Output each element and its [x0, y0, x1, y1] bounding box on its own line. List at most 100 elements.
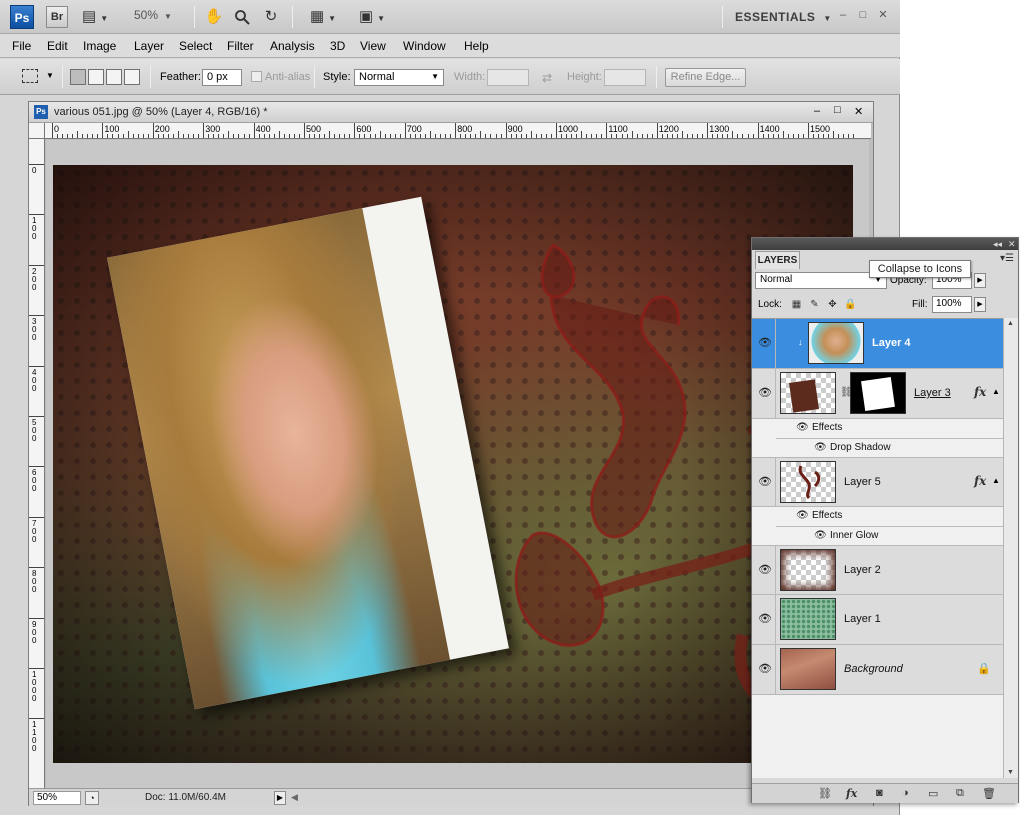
add-mask-icon[interactable]: ◙: [876, 787, 883, 799]
lock-position-icon[interactable]: ✥: [826, 298, 839, 311]
menu-filter[interactable]: Filter: [227, 39, 254, 53]
doc-maximize-icon[interactable]: □: [834, 104, 841, 116]
eye-icon[interactable]: 👁: [758, 662, 772, 675]
link-layers-icon[interactable]: ⛓: [818, 787, 832, 800]
layer-row-layer-4[interactable]: 👁 ↓ Layer 4: [752, 319, 1003, 369]
opacity-slider-arrow-icon[interactable]: ▶: [974, 273, 986, 288]
doc-close-icon[interactable]: ✕: [854, 105, 863, 118]
swap-icon[interactable]: ⇄: [542, 71, 552, 85]
document-title-bar[interactable]: Ps various 051.jpg @ 50% (Layer 4, RGB/1…: [29, 102, 873, 123]
status-zoom-field[interactable]: 50%: [33, 791, 81, 805]
arrange-documents-icon[interactable]: ▦ ▼: [303, 6, 343, 28]
effect-eye-icon[interactable]: 👁: [814, 530, 827, 541]
collapse-icon[interactable]: ◂◂: [993, 238, 1002, 250]
minimize-icon[interactable]: –: [836, 8, 850, 22]
blend-mode-select[interactable]: Normal ▼: [755, 272, 887, 289]
layer-thumbnail[interactable]: [780, 461, 836, 503]
visibility-toggle[interactable]: 👁: [752, 458, 776, 506]
anti-alias-checkbox[interactable]: [251, 71, 262, 82]
scroll-down-icon[interactable]: ▼: [1007, 769, 1014, 776]
layer-thumbnail[interactable]: [808, 322, 864, 364]
delete-layer-icon[interactable]: 🗑: [982, 787, 996, 800]
layer-thumbnail[interactable]: [780, 598, 836, 640]
hand-icon[interactable]: ✋: [203, 6, 225, 28]
layer-name[interactable]: Layer 2: [844, 564, 881, 576]
effects-row[interactable]: 👁 Effects: [776, 419, 1003, 438]
status-options-icon[interactable]: ◔: [85, 791, 99, 805]
status-menu-arrow-icon[interactable]: ▶: [274, 791, 286, 805]
menu-analysis[interactable]: Analysis: [270, 39, 315, 53]
fill-slider-arrow-icon[interactable]: ▶: [974, 297, 986, 312]
menu-image[interactable]: Image: [83, 39, 116, 53]
workspace-switcher[interactable]: ESSENTIALS ▼: [735, 10, 832, 24]
vertical-ruler[interactable]: 0 100 200 300 400 500 600 700 800 900 1000 1100: [29, 139, 45, 789]
lock-pixels-icon[interactable]: ✎: [808, 298, 821, 311]
layer-mask-thumbnail[interactable]: [850, 372, 906, 414]
layer-row-layer-3[interactable]: 👁 ⛓ Layer 3 fx ▲: [752, 369, 1003, 419]
visibility-toggle[interactable]: 👁: [752, 645, 776, 694]
zoom-level-select[interactable]: 50% ▼: [134, 8, 184, 22]
tool-preset-arrow-icon[interactable]: ▼: [46, 71, 54, 80]
expand-effects-icon[interactable]: ▲: [992, 476, 1000, 485]
panel-title-bar[interactable]: ◂◂ ✕: [752, 238, 1018, 250]
mini-bridge-icon[interactable]: ▤ ▼: [82, 6, 108, 28]
eye-icon[interactable]: 👁: [758, 475, 772, 488]
eye-icon[interactable]: 👁: [758, 612, 772, 625]
layers-scrollbar[interactable]: ▲ ▼: [1003, 318, 1018, 778]
bridge-button[interactable]: Br: [46, 6, 68, 28]
layer-row-layer-2[interactable]: 👁 Layer 2: [752, 545, 1003, 595]
zoom-icon[interactable]: [231, 6, 253, 28]
menu-select[interactable]: Select: [179, 39, 212, 53]
adjustment-layer-icon[interactable]: ◑: [902, 787, 909, 799]
visibility-toggle[interactable]: 👁: [752, 595, 776, 644]
add-to-selection-icon[interactable]: [88, 69, 104, 85]
width-input[interactable]: [487, 69, 529, 86]
refine-edge-button[interactable]: Refine Edge...: [665, 68, 746, 87]
layer-name[interactable]: Layer 3: [914, 387, 951, 399]
visibility-toggle[interactable]: 👁: [752, 369, 776, 418]
visibility-toggle[interactable]: 👁: [752, 319, 776, 368]
menu-window[interactable]: Window: [403, 39, 446, 53]
add-style-icon[interactable]: fx: [846, 787, 857, 800]
document-artwork[interactable]: [53, 165, 853, 763]
new-group-icon[interactable]: ▭: [928, 787, 938, 800]
intersect-selection-icon[interactable]: [124, 69, 140, 85]
layer-row-layer-1[interactable]: 👁 Layer 1: [752, 595, 1003, 645]
effects-row[interactable]: 👁 Effects: [776, 507, 1003, 526]
maximize-icon[interactable]: □: [856, 8, 870, 22]
portrait-photo[interactable]: [107, 196, 509, 710]
layer-thumbnail[interactable]: [780, 372, 836, 414]
menu-view[interactable]: View: [360, 39, 386, 53]
expand-effects-icon[interactable]: ▲: [992, 387, 1000, 396]
fill-input[interactable]: 100%: [932, 296, 972, 313]
panel-close-icon[interactable]: ✕: [1008, 238, 1016, 250]
layer-name[interactable]: Background: [844, 663, 903, 675]
fx-icon[interactable]: fx: [974, 474, 986, 488]
lock-all-icon[interactable]: 🔒: [844, 298, 857, 311]
horizontal-ruler[interactable]: 0 100 200 300 400 500 600 700 800 900 1000 1100 1200…: [45, 123, 871, 139]
height-input[interactable]: [604, 69, 646, 86]
menu-layer[interactable]: Layer: [134, 39, 164, 53]
style-select[interactable]: Normal ▼: [354, 69, 444, 86]
panel-menu-icon[interactable]: ▾☰: [1000, 253, 1014, 264]
feather-input[interactable]: 0 px: [202, 69, 242, 86]
layer-name[interactable]: Layer 1: [844, 613, 881, 625]
layer-row-background[interactable]: 👁 Background 🔒: [752, 645, 1003, 695]
scroll-up-icon[interactable]: ▲: [1007, 320, 1014, 327]
menu-help[interactable]: Help: [464, 39, 489, 53]
eye-icon[interactable]: 👁: [758, 563, 772, 576]
new-layer-icon[interactable]: ⧉: [956, 787, 964, 800]
effect-row-drop-shadow[interactable]: 👁 Drop Shadow: [776, 438, 1003, 457]
visibility-toggle[interactable]: 👁: [752, 546, 776, 594]
menu-3d[interactable]: 3D: [330, 39, 345, 53]
layer-thumbnail[interactable]: [780, 648, 836, 690]
layer-name[interactable]: Layer 4: [872, 337, 911, 349]
rotate-view-icon[interactable]: ↻: [260, 6, 282, 28]
layer-thumbnail[interactable]: [780, 549, 836, 591]
eye-icon[interactable]: 👁: [758, 336, 772, 349]
close-icon[interactable]: ✕: [876, 8, 890, 22]
eye-icon[interactable]: 👁: [758, 386, 772, 399]
subtract-selection-icon[interactable]: [106, 69, 122, 85]
effect-eye-icon[interactable]: 👁: [814, 442, 827, 453]
menu-file[interactable]: File: [12, 39, 31, 53]
